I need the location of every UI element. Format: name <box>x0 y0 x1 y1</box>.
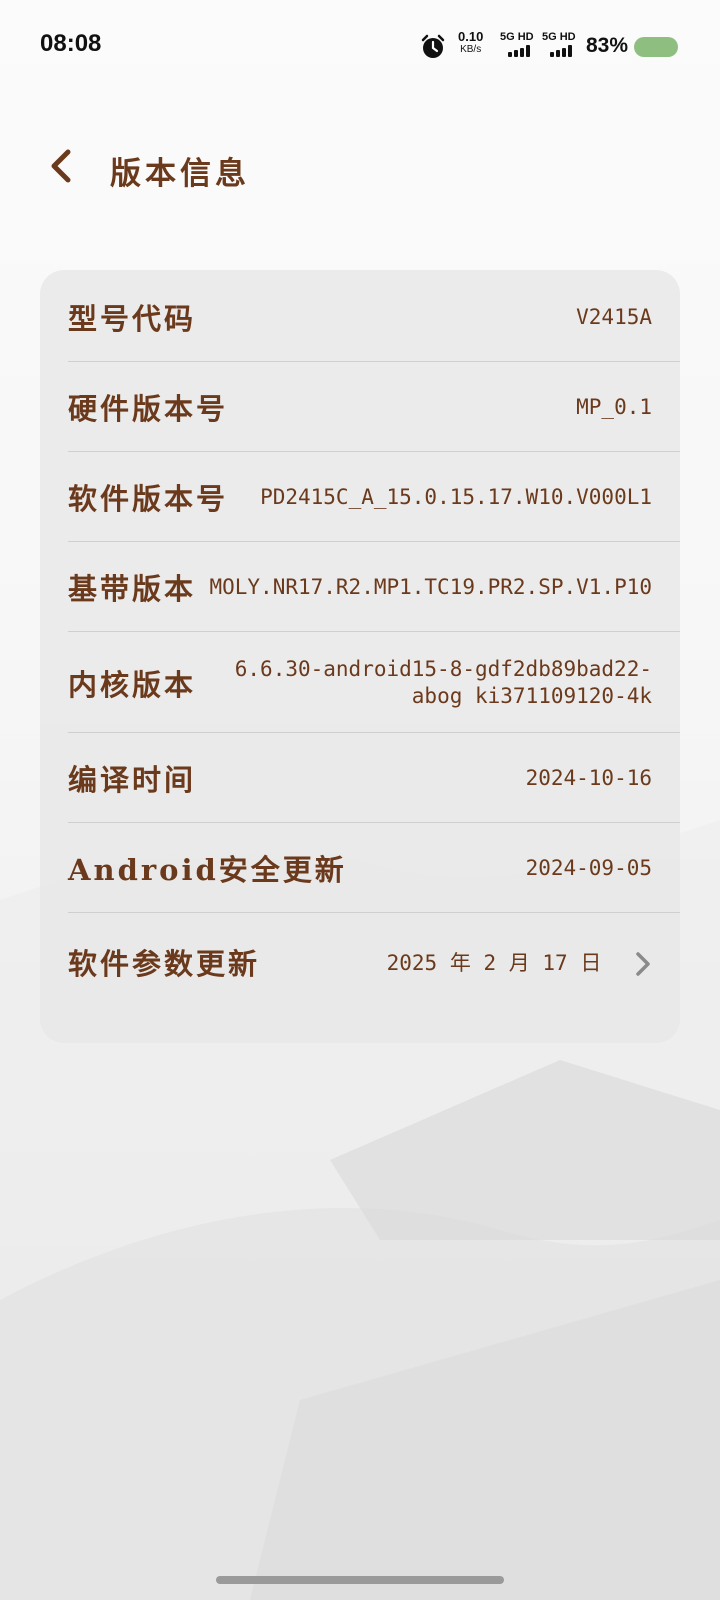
row-value: PD2415C_A_15.0.15.17.W10.V000L1 <box>260 485 652 509</box>
row-android-security-update: Android安全更新 2024-09-05 <box>68 843 652 893</box>
row-baseband-version: 基带版本 MOLY.NR17.R2.MP1.TC19.PR2.SP.V1.P10 <box>68 562 652 612</box>
battery-percent: 83% <box>586 34 629 57</box>
divider <box>68 732 680 733</box>
row-value: 2024-09-05 <box>525 856 652 880</box>
sim1-signal: 5G HD <box>500 31 540 61</box>
sim2-signal: 5G HD <box>542 31 582 61</box>
row-software-params-update[interactable]: 软件参数更新 2025 年 2 月 17 日 <box>68 937 652 987</box>
chevron-left-icon[interactable] <box>44 146 80 186</box>
row-build-time: 编译时间 2024-10-16 <box>68 753 652 803</box>
signal-bars-icon <box>508 45 530 57</box>
chevron-right-icon <box>636 951 650 976</box>
divider <box>68 822 680 823</box>
row-value: MP_0.1 <box>576 395 652 419</box>
row-value: V2415A <box>576 305 652 329</box>
signal-bars-icon <box>550 45 572 57</box>
page-title: 版本信息 <box>110 156 250 192</box>
version-info-card: 型号代码 V2415A 硬件版本号 MP_0.1 软件版本号 PD2415C_A… <box>40 270 680 1043</box>
row-value: 2025 年 2 月 17 日 <box>387 947 652 978</box>
divider <box>68 541 680 542</box>
network-speed-value: 0.10 <box>458 29 484 44</box>
row-label: 编译时间 <box>68 763 197 797</box>
row-kernel-version: 内核版本 6.6.30-android15-8-gdf2db89bad22-ab… <box>68 650 652 716</box>
row-label: 基带版本 <box>68 572 197 606</box>
network-speed: 0.10 KB/s <box>458 30 483 56</box>
alarm-icon <box>421 34 445 58</box>
row-label: 内核版本 <box>68 668 197 702</box>
row-software-version: 软件版本号 PD2415C_A_15.0.15.17.W10.V000L1 <box>68 472 652 522</box>
divider <box>68 631 680 632</box>
row-model-code: 型号代码 V2415A <box>68 292 652 342</box>
row-label: Android安全更新 <box>68 853 347 887</box>
network-speed-unit: KB/s <box>460 44 482 55</box>
row-value: 2024-10-16 <box>525 766 652 790</box>
row-value-text: 2025 年 2 月 17 日 <box>386 950 602 975</box>
sim2-signal-label: 5G HD <box>542 31 576 43</box>
divider <box>68 451 680 452</box>
row-value: MOLY.NR17.R2.MP1.TC19.PR2.SP.V1.P10 <box>209 575 652 599</box>
status-bar: 08:08 0.10 KB/s 5G HD 5G HD 83% <box>0 0 720 90</box>
row-label: 硬件版本号 <box>68 392 229 426</box>
row-value: 6.6.30-android15-8-gdf2db89bad22-abog ki… <box>234 657 652 708</box>
row-label: 软件版本号 <box>68 482 229 516</box>
divider <box>68 361 680 362</box>
row-label: 软件参数更新 <box>68 947 261 981</box>
status-time: 08:08 <box>40 30 102 57</box>
home-indicator[interactable] <box>216 1576 504 1584</box>
divider <box>68 912 680 913</box>
row-label: 型号代码 <box>68 302 197 336</box>
sim1-signal-label: 5G HD <box>500 31 534 43</box>
battery-icon <box>634 37 678 57</box>
row-hardware-version: 硬件版本号 MP_0.1 <box>68 382 652 432</box>
